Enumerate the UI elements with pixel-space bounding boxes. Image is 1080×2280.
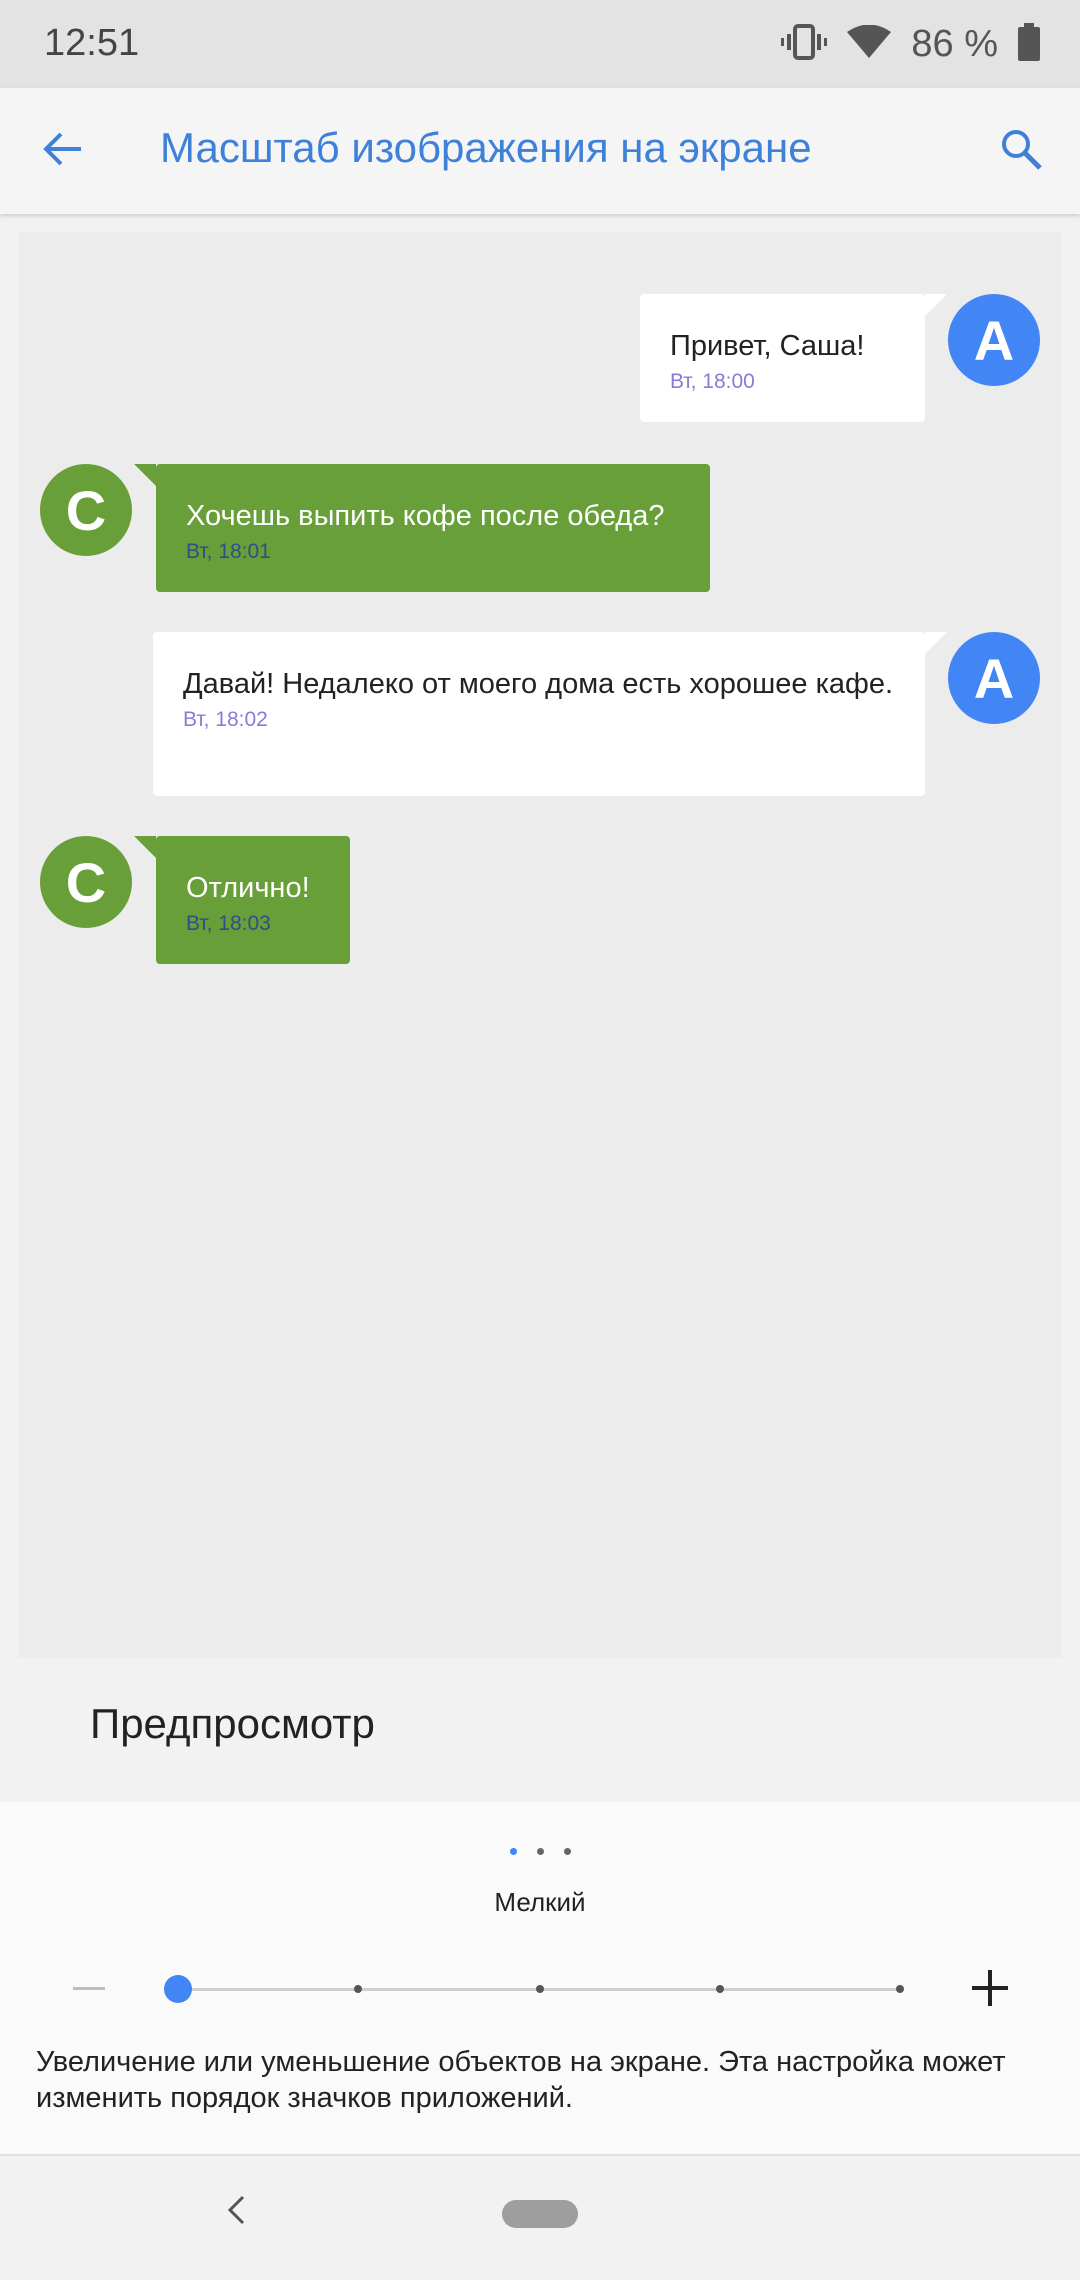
nav-back-button[interactable] xyxy=(218,2190,254,2234)
message-bubble-incoming: Хочешь выпить кофе после обеда? Вт, 18:0… xyxy=(156,464,710,592)
bubble-tail xyxy=(925,294,947,316)
message-text: Привет, Саша! xyxy=(670,330,865,362)
slider-tick[interactable] xyxy=(354,1985,362,1993)
message-text: Отлично! xyxy=(186,872,310,904)
message-bubble-incoming: Отлично! Вт, 18:03 xyxy=(156,836,350,964)
back-button[interactable] xyxy=(30,118,96,184)
navigation-bar xyxy=(0,2156,1080,2280)
message-time: Вт, 18:00 xyxy=(670,370,755,393)
page-dot[interactable] xyxy=(563,1848,571,1855)
increase-button[interactable] xyxy=(968,1968,1012,2012)
minus-icon xyxy=(73,1979,105,1997)
arrow-back-icon xyxy=(43,131,83,172)
plus-icon xyxy=(972,1969,1008,2011)
page-title: Масштаб изображения на экране xyxy=(160,124,812,171)
message-bubble-outgoing: Давай! Недалеко от моего дома есть хорош… xyxy=(153,632,925,796)
message-text: Давай! Недалеко от моего дома есть хорош… xyxy=(183,668,894,700)
message-bubble-outgoing: Привет, Саша! Вт, 18:00 xyxy=(640,294,925,422)
status-time: 12:51 xyxy=(44,22,140,64)
vibrate-icon xyxy=(781,23,828,65)
page-dot[interactable] xyxy=(536,1848,544,1855)
font-size-slider[interactable] xyxy=(164,1975,904,2003)
size-label: Мелкий xyxy=(494,1887,586,1917)
search-icon xyxy=(999,127,1043,176)
bubble-tail xyxy=(134,836,156,858)
page-indicator xyxy=(0,1848,1080,1855)
decrease-button[interactable] xyxy=(72,1968,106,2008)
battery-icon xyxy=(1018,22,1040,66)
avatar: A xyxy=(948,294,1040,386)
slider-tick[interactable] xyxy=(536,1985,544,1993)
home-pill-icon[interactable] xyxy=(502,2200,578,2228)
bubble-tail xyxy=(925,632,947,654)
setting-description: Увеличение или уменьшение объектов на эк… xyxy=(36,2046,1006,2114)
slider-thumb[interactable] xyxy=(164,1975,192,2003)
avatar: A xyxy=(948,632,1040,724)
battery-percent: 86 % xyxy=(911,22,998,65)
message-time: Вт, 18:03 xyxy=(186,912,271,935)
avatar: С xyxy=(40,464,132,556)
wifi-icon xyxy=(847,24,892,64)
status-bar: 12:51 86 % xyxy=(0,0,1080,88)
nav-back-icon xyxy=(226,2194,246,2231)
page-dot-active[interactable] xyxy=(509,1848,517,1855)
status-icons: 86 % xyxy=(781,20,1040,68)
slider-tick[interactable] xyxy=(896,1985,904,1993)
slider-tick[interactable] xyxy=(716,1985,724,1993)
preview-area: Привет, Саша! Вт, 18:00 A С Хочешь выпит… xyxy=(18,232,1062,1658)
message-time: Вт, 18:02 xyxy=(183,708,268,731)
avatar: С xyxy=(40,836,132,928)
message-time: Вт, 18:01 xyxy=(186,540,271,563)
preview-label: Предпросмотр xyxy=(90,1700,375,1747)
app-bar: Масштаб изображения на экране xyxy=(0,88,1080,214)
message-text: Хочешь выпить кофе после обеда? xyxy=(186,500,665,532)
search-button[interactable] xyxy=(986,116,1056,186)
bubble-tail xyxy=(134,464,156,486)
